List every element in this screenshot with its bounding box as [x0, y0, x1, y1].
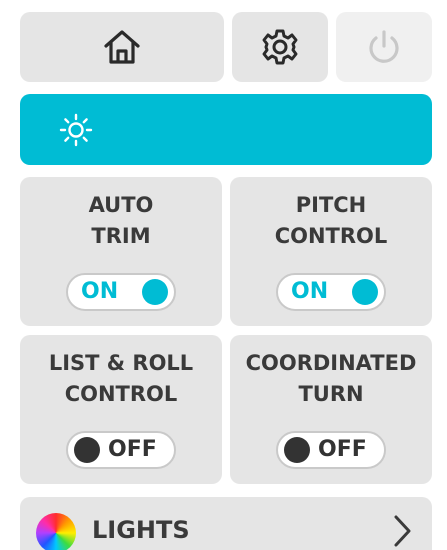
auto-trim-tile: AUTO TRIM ON [20, 177, 222, 326]
power-button[interactable] [336, 12, 432, 82]
tile-title-line2: TRIM [91, 224, 151, 248]
tile-title-line1: AUTO [88, 193, 154, 217]
toggle-knob [284, 437, 310, 463]
brightness-bar[interactable] [20, 94, 432, 165]
lights-row[interactable]: LIGHTS [20, 497, 432, 550]
toggle-state-label: ON [291, 279, 329, 304]
coordinated-turn-toggle[interactable]: OFF [276, 431, 386, 469]
chevron-right-icon [394, 515, 411, 547]
tile-title-line2: CONTROL [274, 224, 388, 248]
list-roll-control-toggle[interactable]: OFF [66, 431, 176, 469]
tile-title-line1: LIST & ROLL [48, 351, 194, 375]
auto-trim-toggle[interactable]: ON [66, 273, 176, 311]
power-icon [369, 30, 399, 63]
toggle-state-label: OFF [108, 437, 157, 462]
coordinated-turn-tile: COORDINATED TURN OFF [230, 335, 432, 484]
tile-title-line1: PITCH [295, 193, 367, 217]
toggle-state-label: ON [81, 279, 119, 304]
tile-title-line1: COORDINATED [245, 351, 417, 375]
toggle-knob [74, 437, 100, 463]
list-roll-control-tile: LIST & ROLL CONTROL OFF [20, 335, 222, 484]
home-button[interactable] [20, 12, 224, 82]
control-panel: AUTO TRIM ON PITCH CONTROL ON LIST & ROL… [0, 0, 447, 550]
tile-title-line2: TURN [298, 382, 364, 406]
toggle-knob [352, 279, 378, 305]
toggle-knob [142, 279, 168, 305]
color-wheel-icon [36, 513, 76, 550]
sun-icon [59, 113, 93, 147]
settings-button[interactable] [232, 12, 328, 82]
toggle-state-label: OFF [318, 437, 367, 462]
lights-label: LIGHTS [92, 516, 190, 544]
pitch-control-toggle[interactable]: ON [276, 273, 386, 311]
pitch-control-tile: PITCH CONTROL ON [230, 177, 432, 326]
tile-title-line2: CONTROL [64, 382, 178, 406]
gear-icon [262, 29, 298, 65]
home-icon [104, 30, 140, 64]
